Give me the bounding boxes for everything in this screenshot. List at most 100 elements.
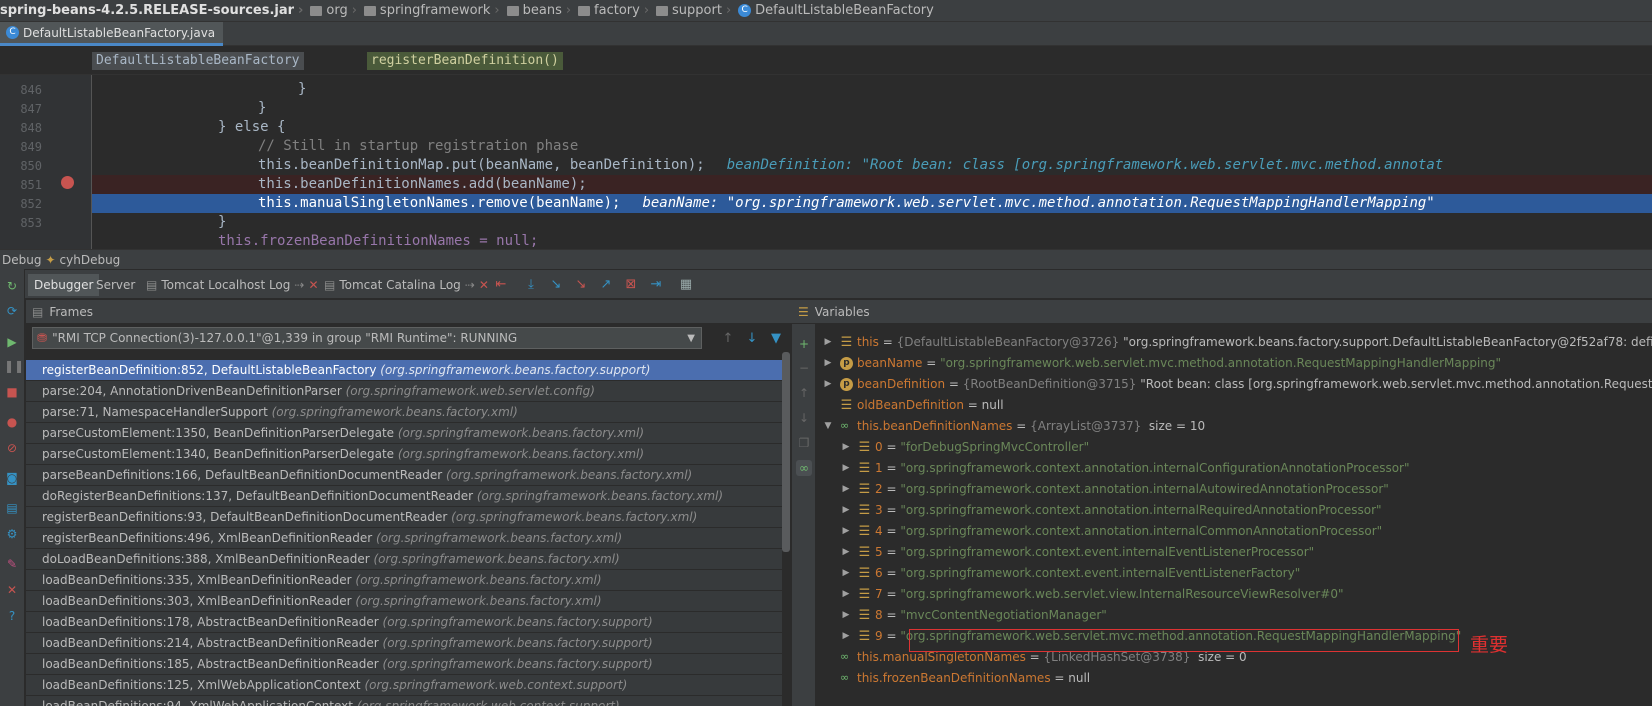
- frame-row[interactable]: loadBeanDefinitions:185, AbstractBeanDef…: [26, 654, 782, 674]
- expand-arrow-icon[interactable]: ▶: [822, 353, 834, 373]
- expand-arrow-icon[interactable]: ▶: [822, 374, 834, 394]
- breadcrumb-jar[interactable]: spring-beans-4.2.5.RELEASE-sources.jar ›: [0, 3, 306, 18]
- list-item[interactable]: ▶ ☰ 4 = "org.springframework.context.annot…: [840, 521, 1383, 541]
- frame-row[interactable]: doLoadBeanDefinitions:388, XmlBeanDefini…: [26, 549, 782, 569]
- list-item[interactable]: ▶ ☰ 2 = "org.springframework.context.annot…: [840, 479, 1389, 499]
- breadcrumb-org[interactable]: org ›: [310, 3, 360, 18]
- frame-row[interactable]: loadBeanDefinitions:125, XmlWebApplicati…: [26, 675, 782, 695]
- breadcrumb-beans[interactable]: beans ›: [506, 3, 574, 18]
- variable-row[interactable]: ☰ oldBeanDefinition = null: [822, 395, 1004, 415]
- frame-row[interactable]: registerBeanDefinitions:93, DefaultBeanD…: [26, 507, 782, 527]
- mute-breakpoints-icon[interactable]: ⊘: [4, 440, 20, 456]
- new-watch-icon[interactable]: +: [796, 336, 812, 352]
- expand-arrow-icon[interactable]: ▶: [840, 626, 852, 646]
- class-icon: C: [6, 26, 19, 39]
- expand-arrow-icon[interactable]: ▶: [840, 479, 852, 499]
- rerun-icon[interactable]: ↻: [4, 278, 20, 294]
- tab-tomcat-catalina-log[interactable]: ▤ Tomcat Catalina Log ⇢ ✕: [318, 274, 495, 296]
- close-debug-icon[interactable]: ✕: [4, 582, 20, 598]
- force-step-into-icon[interactable]: ↘: [573, 278, 589, 292]
- thread-select[interactable]: ⛃ "RMI TCP Connection(3)-127.0.0.1"@1,33…: [32, 327, 702, 349]
- step-into-icon[interactable]: ↘: [548, 278, 564, 292]
- frame-row[interactable]: parseBeanDefinitions:166, DefaultBeanDef…: [26, 465, 782, 485]
- move-down-icon[interactable]: ↓: [796, 410, 812, 426]
- scope-method[interactable]: registerBeanDefinition(): [367, 52, 563, 70]
- frames-scrollbar[interactable]: [782, 352, 790, 552]
- expand-arrow-icon[interactable]: ▶: [840, 500, 852, 520]
- help-icon[interactable]: ?: [4, 608, 20, 624]
- frame-row[interactable]: parseCustomElement:1340, BeanDefinitionP…: [26, 444, 782, 464]
- show-execution-point-icon[interactable]: ⇤: [493, 278, 509, 292]
- frame-row[interactable]: loadBeanDefinitions:94, XmlWebApplicatio…: [26, 696, 782, 706]
- camera-icon[interactable]: ◙: [4, 470, 20, 486]
- breadcrumb-springframework[interactable]: springframework ›: [363, 3, 503, 18]
- pause-icon[interactable]: ❚❚: [4, 358, 24, 374]
- variable-row[interactable]: ▶ p beanDefinition = {RootBeanDefinition@…: [822, 374, 1652, 394]
- list-item[interactable]: ▶ ☰ 8 = "mvcContentNegotiationManager": [840, 605, 1107, 625]
- expand-arrow-icon[interactable]: ▶: [840, 437, 852, 457]
- copy-icon[interactable]: ❐: [796, 435, 812, 451]
- frame-row[interactable]: registerBeanDefinition:852, DefaultLista…: [26, 360, 782, 380]
- frame-row[interactable]: registerBeanDefinitions:496, XmlBeanDefi…: [26, 528, 782, 548]
- variable-row[interactable]: ▶ ☰ this = {DefaultListableBeanFactory@37…: [822, 332, 1652, 352]
- variable-name: this.beanDefinitionNames: [857, 419, 1013, 433]
- breadcrumb-support[interactable]: support ›: [656, 3, 734, 18]
- show-watches-icon[interactable]: ∞: [796, 460, 812, 476]
- breakpoint-icon[interactable]: [61, 176, 74, 189]
- step-over-icon[interactable]: ⤓: [523, 278, 539, 292]
- tab-tomcat-localhost-log[interactable]: ▤ Tomcat Localhost Log ⇢ ✕: [140, 274, 325, 296]
- tab-server[interactable]: Server: [90, 274, 141, 296]
- settings-icon[interactable]: ⚙: [4, 526, 20, 542]
- drop-frame-icon[interactable]: ⊠: [623, 278, 639, 292]
- resume-icon[interactable]: ▶: [4, 334, 20, 350]
- frame-row[interactable]: loadBeanDefinitions:178, AbstractBeanDef…: [26, 612, 782, 632]
- expand-arrow-icon[interactable]: ▶: [822, 332, 834, 352]
- move-up-icon[interactable]: ↑: [796, 385, 812, 401]
- debug-label: Debug: [2, 252, 42, 267]
- close-icon[interactable]: ✕: [479, 274, 489, 296]
- remove-watch-icon[interactable]: −: [796, 360, 812, 376]
- frame-row[interactable]: parseCustomElement:1350, BeanDefinitionP…: [26, 423, 782, 443]
- stop-icon[interactable]: ■: [4, 384, 20, 400]
- breadcrumb-class[interactable]: C DefaultListableBeanFactory: [738, 3, 934, 18]
- list-item[interactable]: ▶ ☰ 7 = "org.springframework.web.servlet.v…: [840, 584, 1344, 604]
- run-to-cursor-icon[interactable]: ⇥: [648, 278, 664, 292]
- frame-row[interactable]: parse:71, NamespaceHandlerSupport (org.s…: [26, 402, 782, 422]
- filter-icon[interactable]: ▼: [768, 332, 784, 346]
- pin-tab-icon[interactable]: ✎: [4, 556, 20, 572]
- next-frame-icon[interactable]: ↓: [744, 332, 760, 346]
- previous-frame-icon[interactable]: ↑: [720, 332, 736, 346]
- view-breakpoints-icon[interactable]: ●: [4, 414, 20, 430]
- debug-config-name[interactable]: cyhDebug: [60, 253, 121, 267]
- list-item[interactable]: ▶ ☰ 3 = "org.springframework.context.annot…: [840, 500, 1382, 520]
- frame-row[interactable]: parse:204, AnnotationDrivenBeanDefinitio…: [26, 381, 782, 401]
- frame-row[interactable]: loadBeanDefinitions:335, XmlBeanDefiniti…: [26, 570, 782, 590]
- expand-arrow-icon[interactable]: ▶: [840, 542, 852, 562]
- expand-arrow-icon[interactable]: ▶: [840, 458, 852, 478]
- frame-row[interactable]: loadBeanDefinitions:214, AbstractBeanDef…: [26, 633, 782, 653]
- variable-row[interactable]: ▶ p beanName = "org.springframework.web.s…: [822, 353, 1502, 373]
- list-item[interactable]: ▶ ☰ 6 = "org.springframework.context.event…: [840, 563, 1301, 583]
- scope-class[interactable]: DefaultListableBeanFactory: [92, 52, 304, 70]
- refresh-icon[interactable]: ⟳: [4, 303, 20, 319]
- expand-arrow-icon[interactable]: ▶: [840, 521, 852, 541]
- variable-row[interactable]: ▼ ∞ this.beanDefinitionNames = {ArrayList…: [822, 416, 1206, 436]
- evaluate-expression-icon[interactable]: ▦: [678, 278, 694, 292]
- frame-row[interactable]: loadBeanDefinitions:303, XmlBeanDefiniti…: [26, 591, 782, 611]
- line-number: 853: [20, 216, 42, 230]
- tab-debugger[interactable]: Debugger: [28, 274, 100, 296]
- list-item[interactable]: ▶ ☰ 1 = "org.springframework.context.annot…: [840, 458, 1410, 478]
- close-icon[interactable]: ✕: [308, 274, 318, 296]
- expand-arrow-icon[interactable]: ▶: [840, 563, 852, 583]
- variable-row[interactable]: ∞ this.frozenBeanDefinitionNames = null: [840, 668, 1090, 688]
- frame-row[interactable]: doRegisterBeanDefinitions:137, DefaultBe…: [26, 486, 782, 506]
- collapse-arrow-icon[interactable]: ▼: [822, 416, 834, 436]
- expand-arrow-icon[interactable]: ▶: [840, 605, 852, 625]
- breadcrumb-factory[interactable]: factory ›: [578, 3, 652, 18]
- list-item[interactable]: ▶ ☰ 0 = "forDebugSpringMvcController": [840, 437, 1090, 457]
- list-item[interactable]: ▶ ☰ 5 = "org.springframework.context.event…: [840, 542, 1315, 562]
- step-out-icon[interactable]: ↗: [598, 278, 614, 292]
- layout-icon[interactable]: ▤: [4, 500, 20, 516]
- editor-tab[interactable]: C DefaultListableBeanFactory.java: [0, 22, 224, 46]
- expand-arrow-icon[interactable]: ▶: [840, 584, 852, 604]
